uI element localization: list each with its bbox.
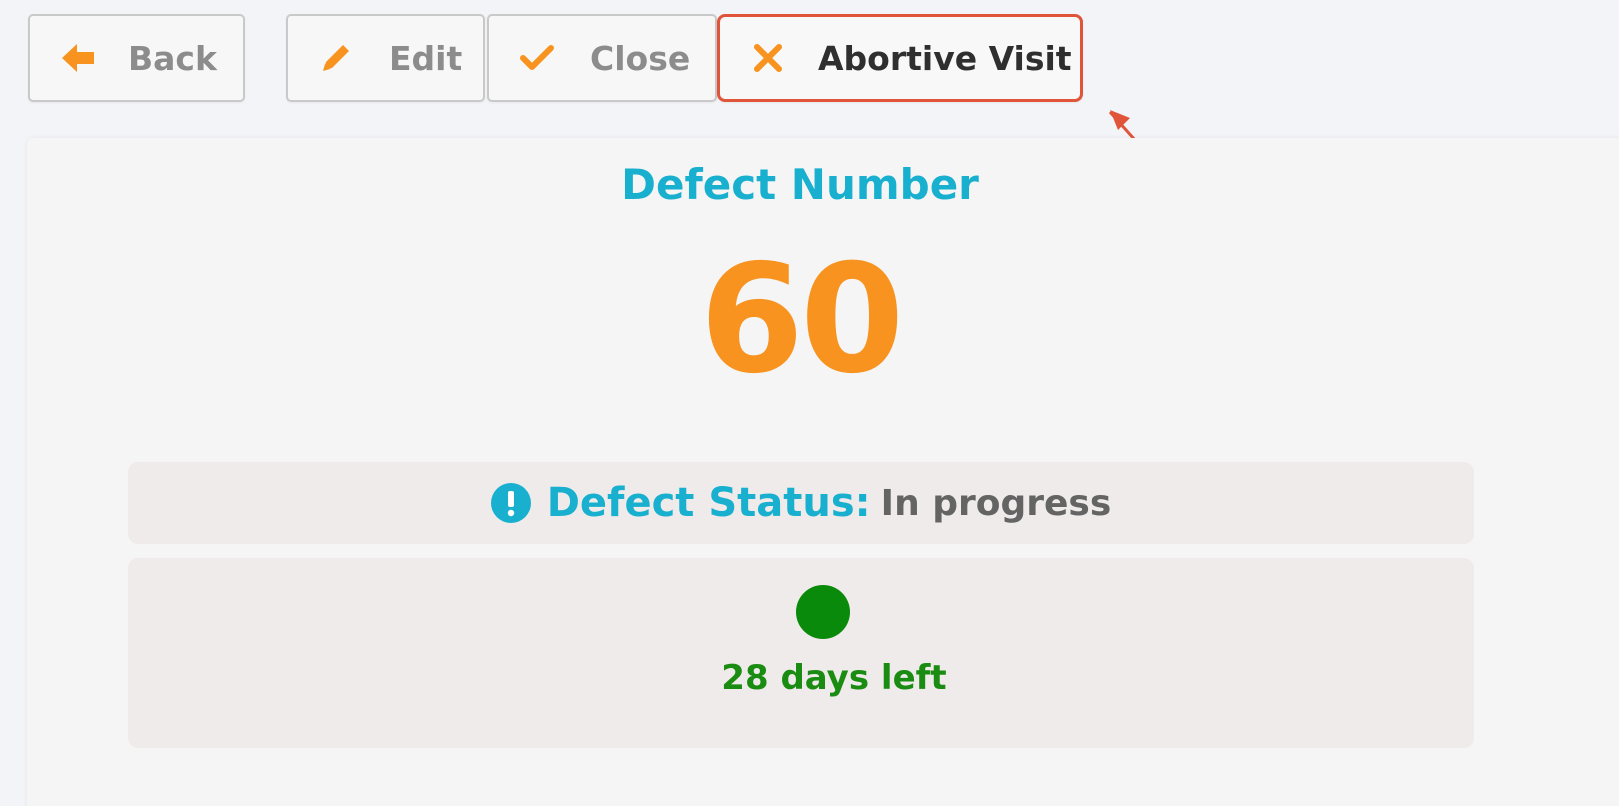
close-button-label: Close [590,38,691,78]
defect-status-value: In progress [880,482,1112,524]
x-icon [748,38,788,78]
check-icon [517,38,557,78]
sla-days-left: 28 days left [721,658,947,698]
pencil-icon [316,38,356,78]
sla-indicator-box: 28 days left [128,558,1474,748]
back-button-label: Back [128,38,217,78]
sla-status-dot [796,585,850,639]
edit-button-label: Edit [389,38,463,78]
exclamation-circle-icon [490,483,531,523]
abortive-visit-button-label: Abortive Visit [818,38,1072,78]
arrow-left-icon [58,38,98,78]
close-button[interactable]: Close [487,14,717,102]
abortive-visit-button[interactable]: Abortive Visit [717,14,1083,102]
defect-number-title: Defect Number [621,160,979,209]
edit-button[interactable]: Edit [286,14,485,102]
defect-number-value: 60 [699,233,905,407]
defect-status-bar: Defect Status: In progress [128,462,1474,544]
back-button[interactable]: Back [28,14,245,102]
page: Back Edit Close Abortive Visit Defect Nu… [0,0,1619,806]
defect-status-label: Defect Status: [546,480,871,526]
